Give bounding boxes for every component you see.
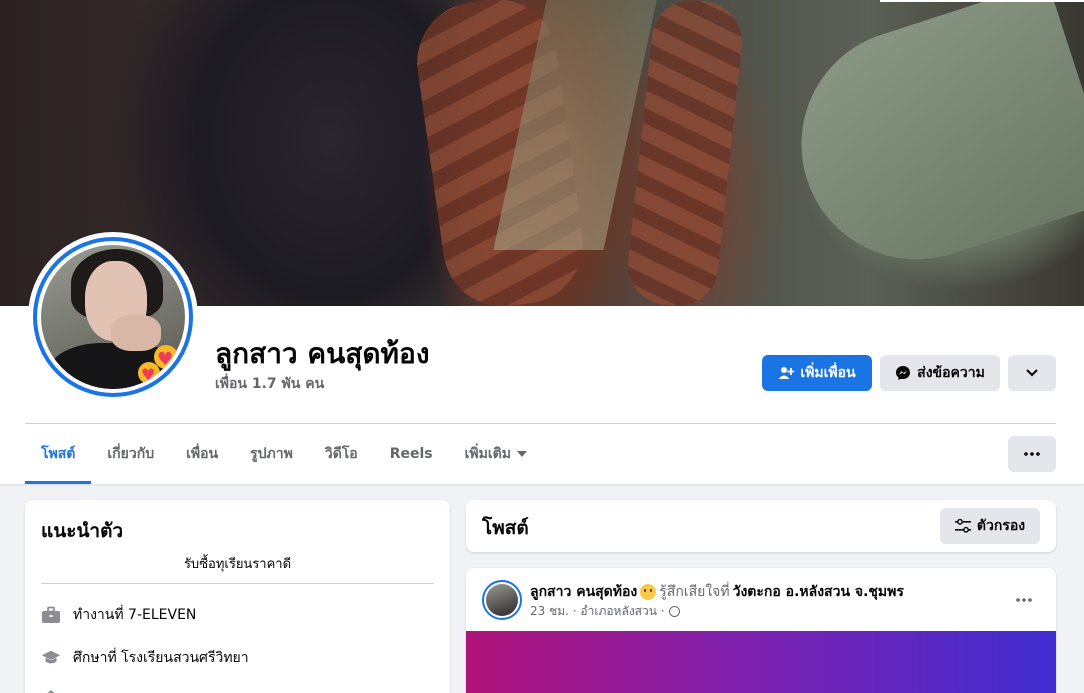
intro-home: [41, 688, 61, 693]
message-label: ส่งข้อความ: [917, 365, 985, 381]
friends-count[interactable]: เพื่อน 1.7 พัน คน: [215, 373, 324, 395]
intro-card: แนะนำตัว รับซื้อทุเรียนราคาดี ทำงานที่ 7…: [25, 500, 450, 693]
post-background: [466, 631, 1056, 693]
post-options-button[interactable]: [1006, 582, 1042, 618]
tab-label: เกี่ยวกับ: [107, 446, 155, 462]
filter-label: ตัวกรอง: [976, 518, 1026, 534]
post-timestamp[interactable]: 23 ชม. · อำเภอหลังสวน ·: [530, 602, 665, 621]
post-location[interactable]: วังตะกอ อ.หลังสวน จ.ชุมพร: [733, 581, 904, 603]
intro-title: แนะนำตัว: [41, 520, 124, 542]
message-button[interactable]: ส่งข้อความ: [880, 355, 1000, 391]
tab-about[interactable]: เกี่ยวกับ: [91, 424, 170, 484]
messenger-icon: [896, 366, 911, 380]
more-horizontal-icon: [1016, 598, 1032, 602]
intro-bio: รับซื้อทุเรียนราคาดี: [183, 557, 292, 572]
heart-icon: ♥: [141, 365, 156, 384]
intro-work: ทำงานที่ 7-ELEVEN: [41, 604, 196, 626]
add-friend-button[interactable]: เพิ่มเพื่อน: [762, 355, 872, 391]
add-friend-icon: [778, 367, 795, 379]
profile-name: ลูกสาว คนสุดท้อง: [215, 337, 430, 370]
graduation-cap-icon: [41, 648, 61, 668]
filter-button[interactable]: ตัวกรอง: [940, 508, 1040, 544]
tab-label: Reels: [389, 446, 433, 462]
post-author-avatar[interactable]: [482, 580, 522, 620]
intro-education: ศึกษาที่ โรงเรียนสวนศรีวิทยา: [41, 647, 249, 669]
tab-reels[interactable]: Reels: [374, 424, 449, 484]
tab-label: เพื่อน: [186, 446, 219, 462]
post-card: ลูกสาว คนสุดท้อง รู้สึกเสียใจที่ วังตะกอ…: [466, 568, 1056, 693]
profile-avatar[interactable]: ♥ ♥: [33, 237, 193, 397]
post-feeling: รู้สึกเสียใจที่: [659, 584, 730, 600]
more-horizontal-icon: [1024, 452, 1040, 456]
posts-title: โพสต์: [482, 517, 529, 539]
intro-education-label: ศึกษาที่ โรงเรียนสวนศรีวิทยา: [73, 650, 249, 666]
tab-videos[interactable]: วิดีโอ: [309, 424, 374, 484]
tab-label: วิดีโอ: [324, 446, 358, 462]
tab-label: เพิ่มเติม: [464, 446, 511, 462]
intro-work-label: ทำงานที่ 7-ELEVEN: [73, 607, 197, 623]
posts-header-card: โพสต์ ตัวกรอง: [466, 500, 1056, 552]
filter-sliders-icon: [954, 519, 971, 533]
intro-divider: [41, 583, 434, 584]
briefcase-icon: [41, 605, 61, 625]
home-icon: [41, 688, 61, 693]
tab-label: โพสต์: [41, 446, 76, 462]
tab-more[interactable]: เพิ่มเติม: [449, 424, 543, 484]
post-author[interactable]: ลูกสาว คนสุดท้อง: [530, 581, 637, 603]
globe-icon: [668, 606, 680, 617]
heart-icon: ♥: [157, 349, 174, 370]
profile-more-dropdown[interactable]: [1008, 355, 1056, 391]
post-meta: 23 ชม. · อำเภอหลังสวน ·: [530, 602, 680, 621]
tab-photos[interactable]: รูปภาพ: [234, 424, 309, 484]
add-friend-label: เพิ่มเพื่อน: [800, 365, 856, 381]
caret-down-icon: [516, 451, 527, 457]
tab-posts[interactable]: โพสต์: [25, 424, 92, 484]
profile-tabs: โพสต์ เกี่ยวกับ เพื่อน รูปภาพ วิดีโอ Ree…: [25, 424, 543, 484]
tabs-overflow-button[interactable]: [1008, 436, 1056, 472]
tab-friends[interactable]: เพื่อน: [170, 424, 234, 484]
post-headline: ลูกสาว คนสุดท้อง รู้สึกเสียใจที่ วังตะกอ…: [530, 581, 904, 603]
sad-emoji-icon: [640, 584, 657, 600]
tab-label: รูปภาพ: [250, 446, 293, 462]
chevron-down-icon: [1026, 369, 1038, 377]
